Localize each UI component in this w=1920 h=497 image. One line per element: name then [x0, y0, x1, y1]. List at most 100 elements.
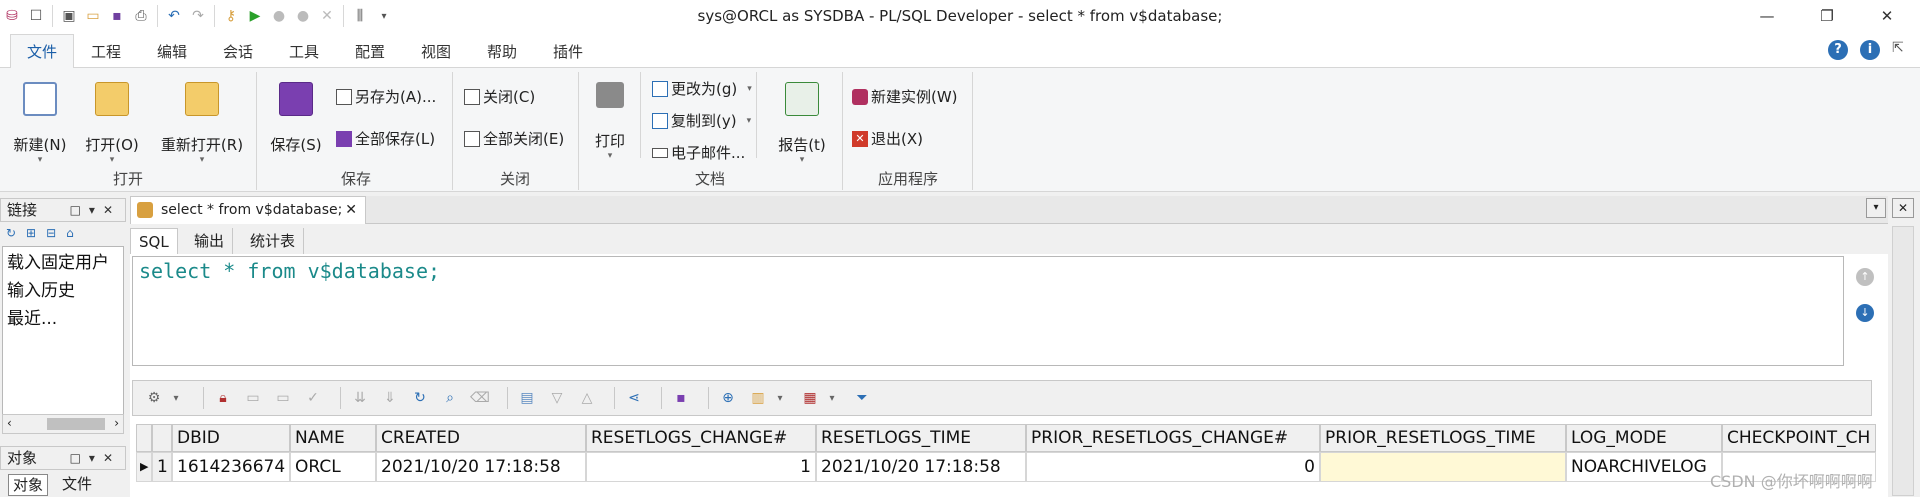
- table-cell[interactable]: NOARCHIVELOG: [1566, 452, 1722, 482]
- table-cell[interactable]: [1320, 452, 1566, 482]
- scroll-right-icon[interactable]: ›: [114, 416, 119, 430]
- tab-sql[interactable]: SQL: [130, 228, 178, 254]
- restore-button[interactable]: ❐: [1804, 0, 1850, 32]
- insert-record-icon[interactable]: ▭: [242, 387, 264, 409]
- scroll-left-icon[interactable]: ‹: [7, 416, 12, 430]
- clear-icon[interactable]: ⌫: [469, 387, 491, 409]
- print-button[interactable]: 打印 ▾: [586, 82, 634, 161]
- tab-help[interactable]: 帮助: [480, 35, 524, 69]
- group-separator: [640, 72, 641, 158]
- connections-toolbar[interactable]: ↻⊞⊟⌂: [6, 226, 84, 240]
- info-icon[interactable]: i: [1860, 40, 1880, 60]
- close-doc-button[interactable]: 关闭(C): [464, 86, 535, 107]
- chevron-down-icon[interactable]: ▾: [165, 387, 187, 409]
- save-all-button[interactable]: 全部保存(L): [336, 128, 435, 149]
- list-item[interactable]: 输入历史: [7, 277, 119, 305]
- new-button[interactable]: 新建(N) ▾: [8, 82, 72, 165]
- help-icon[interactable]: ?: [1828, 40, 1848, 60]
- save-results-icon[interactable]: ▪: [670, 387, 692, 409]
- refresh-icon[interactable]: ↻: [409, 387, 431, 409]
- close-all-tabs-icon[interactable]: ✕: [1892, 198, 1914, 218]
- tab-project[interactable]: 工程: [84, 35, 128, 69]
- email-button[interactable]: 电子邮件...: [652, 142, 745, 163]
- query-by-example-icon[interactable]: ▽: [546, 387, 568, 409]
- exit-button[interactable]: ✕ 退出(X): [852, 128, 923, 149]
- panel-controls[interactable]: □▾✕: [70, 199, 121, 221]
- save-button[interactable]: 保存(S): [264, 82, 328, 155]
- column-header[interactable]: CHECKPOINT_CH: [1722, 424, 1876, 452]
- editor-sub-tabs: SQL 输出 统计表: [130, 224, 1890, 254]
- document-tab[interactable]: select * from v$database; ✕: [130, 196, 366, 224]
- column-header[interactable]: RESETLOGS_CHANGE#: [586, 424, 816, 452]
- settings-icon[interactable]: ⚙: [143, 387, 165, 409]
- next-page-icon[interactable]: ⇊: [349, 387, 371, 409]
- tab-files[interactable]: 文件: [58, 474, 96, 496]
- column-header[interactable]: CREATED: [376, 424, 586, 452]
- tab-config[interactable]: 配置: [348, 35, 392, 69]
- column-header[interactable]: DBID: [172, 424, 290, 452]
- table-cell[interactable]: 0: [1026, 452, 1320, 482]
- tab-file[interactable]: 文件: [10, 34, 74, 68]
- table-cell[interactable]: 2021/10/20 17:18:58: [816, 452, 1026, 482]
- tab-edit[interactable]: 编辑: [150, 35, 194, 69]
- tab-plugins[interactable]: 插件: [546, 35, 590, 69]
- change-to-button[interactable]: 更改为(g) ▾: [652, 78, 752, 99]
- group-separator: [452, 72, 453, 190]
- new-instance-button[interactable]: 新建实例(W): [852, 86, 958, 107]
- tab-tools[interactable]: 工具: [282, 35, 326, 69]
- scroll-up-icon[interactable]: ↑: [1856, 268, 1874, 286]
- column-header[interactable]: PRIOR_RESETLOGS_TIME: [1320, 424, 1566, 452]
- export-icon[interactable]: ▦: [799, 387, 821, 409]
- single-record-icon[interactable]: ▤: [516, 387, 538, 409]
- column-header[interactable]: NAME: [290, 424, 376, 452]
- lock-icon[interactable]: 🔒︎: [212, 387, 234, 409]
- last-page-icon[interactable]: ⇓: [379, 387, 401, 409]
- close-all-button[interactable]: 全部关闭(E): [464, 128, 564, 149]
- tab-view[interactable]: 视图: [414, 35, 458, 69]
- separator: [661, 387, 662, 409]
- chevron-down-icon[interactable]: ▾: [769, 387, 791, 409]
- scroll-thumb[interactable]: [47, 418, 105, 430]
- find-icon[interactable]: ⌕: [439, 387, 461, 409]
- copy-to-button[interactable]: 复制到(y) ▾: [652, 110, 751, 131]
- connect-icon[interactable]: ⋖: [623, 387, 645, 409]
- scroll-down-icon[interactable]: ↓: [1856, 304, 1874, 322]
- column-header[interactable]: RESETLOGS_TIME: [816, 424, 1026, 452]
- filter-icon[interactable]: ⏷: [851, 387, 873, 409]
- horizontal-scrollbar[interactable]: ‹ ›: [2, 414, 124, 434]
- table-cell[interactable]: 2021/10/20 17:18:58: [376, 452, 586, 482]
- minimize-button[interactable]: —: [1744, 0, 1790, 32]
- tab-output[interactable]: 输出: [186, 228, 234, 254]
- sort-icon[interactable]: △: [576, 387, 598, 409]
- chevron-down-icon[interactable]: ▾: [821, 387, 843, 409]
- tab-objects[interactable]: 对象: [8, 474, 49, 496]
- report-icon: [785, 82, 819, 116]
- reopen-button[interactable]: 重新打开(R) ▾: [156, 82, 248, 165]
- column-header[interactable]: PRIOR_RESETLOGS_CHANGE#: [1026, 424, 1320, 452]
- tab-statistics[interactable]: 统计表: [242, 228, 305, 254]
- chevron-down-icon: ▾: [199, 155, 205, 165]
- panel-controls[interactable]: □▾✕: [70, 447, 121, 469]
- chart-icon[interactable]: ▥: [747, 387, 769, 409]
- delete-record-icon[interactable]: ▭: [272, 387, 294, 409]
- post-changes-icon[interactable]: ✓: [302, 387, 324, 409]
- sql-text[interactable]: select * from v$database;: [139, 259, 440, 283]
- tab-session[interactable]: 会话: [216, 35, 260, 69]
- ribbon-collapse-icon[interactable]: ⇱: [1892, 40, 1912, 60]
- save-as-button[interactable]: 另存为(A)...: [336, 86, 436, 107]
- report-button[interactable]: 报告(t) ▾: [774, 82, 830, 165]
- close-button[interactable]: ✕: [1864, 0, 1910, 32]
- table-cell[interactable]: 1: [586, 452, 816, 482]
- list-item[interactable]: 最近...: [7, 305, 119, 333]
- table-cell[interactable]: 1614236674: [172, 452, 290, 482]
- column-header[interactable]: LOG_MODE: [1566, 424, 1722, 452]
- sql-editor[interactable]: select * from v$database;: [132, 256, 1844, 366]
- table-cell[interactable]: ORCL: [290, 452, 376, 482]
- open-button[interactable]: 打开(O) ▾: [80, 82, 144, 165]
- vertical-scrollbar[interactable]: [1892, 226, 1914, 496]
- link-icon[interactable]: ⊕: [717, 387, 739, 409]
- list-item[interactable]: 载入固定用户: [7, 249, 119, 277]
- close-tab-icon[interactable]: ✕: [345, 197, 357, 223]
- chevron-down-icon: ▾: [37, 155, 43, 165]
- tab-list-dropdown[interactable]: ▾: [1866, 198, 1886, 218]
